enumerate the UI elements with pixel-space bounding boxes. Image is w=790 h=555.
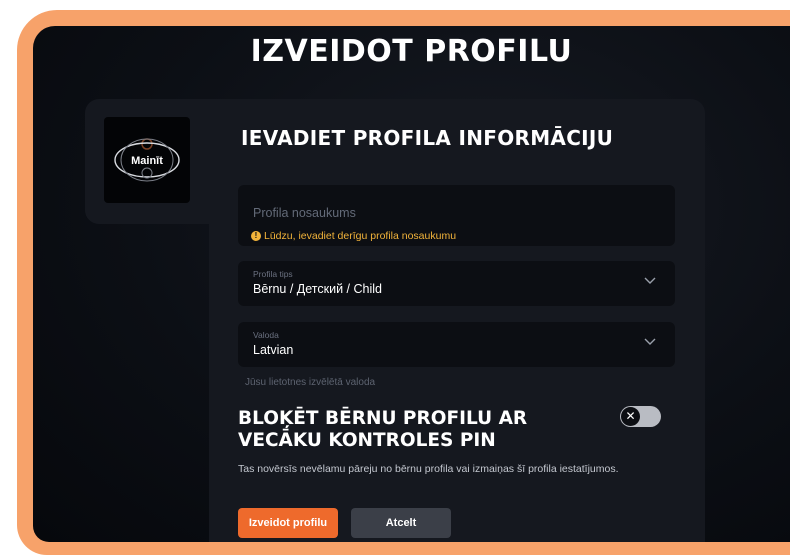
- profile-type-value: Bērnu / Детский / Child: [253, 282, 382, 296]
- close-icon: ✕: [621, 407, 640, 426]
- warning-icon: !: [251, 231, 261, 241]
- language-helper-text: Jūsu lietotnes izvēlētā valoda: [245, 377, 376, 388]
- page-title: IZVEIDOT PROFILU: [250, 34, 573, 69]
- pin-lock-title-line2: VECĀKU KONTROLES PIN: [238, 430, 496, 451]
- profile-type-select[interactable]: Profila tips Bērnu / Детский / Child: [238, 261, 675, 306]
- profile-name-error: ! Lūdzu, ievadiet derīgu profila nosauku…: [251, 230, 456, 242]
- cancel-button[interactable]: Atcelt: [351, 508, 451, 538]
- create-profile-button[interactable]: Izveidot profilu: [238, 508, 338, 538]
- avatar-change-button[interactable]: Mainīt: [104, 117, 190, 203]
- app-screen: IZVEIDOT PROFILU Mainīt IEVADIET PROFILA…: [33, 26, 790, 542]
- pin-lock-title: BLOĶĒT BĒRNU PROFILU AR VECĀKU KONTROLES…: [238, 408, 558, 452]
- avatar-change-label: Mainīt: [131, 155, 163, 167]
- language-label: Valoda: [253, 330, 279, 340]
- profile-type-label: Profila tips: [253, 269, 293, 279]
- pin-lock-title-line1: BLOĶĒT BĒRNU PROFILU AR: [238, 408, 528, 429]
- profile-name-placeholder: Profila nosaukums: [253, 206, 356, 220]
- profile-name-error-text: Lūdzu, ievadiet derīgu profila nosaukumu: [264, 230, 457, 242]
- chevron-down-icon: [644, 277, 656, 284]
- profile-name-field[interactable]: Profila nosaukums ! Lūdzu, ievadiet derī…: [238, 185, 675, 246]
- language-value: Latvian: [253, 343, 294, 357]
- section-title: IEVADIET PROFILA INFORMĀCIJU: [241, 126, 614, 150]
- pin-lock-description: Tas novērsīs nevēlamu pāreju no bērnu pr…: [238, 463, 619, 475]
- pin-lock-toggle[interactable]: ✕: [620, 406, 661, 427]
- language-select[interactable]: Valoda Latvian: [238, 322, 675, 367]
- chevron-down-icon: [644, 338, 656, 345]
